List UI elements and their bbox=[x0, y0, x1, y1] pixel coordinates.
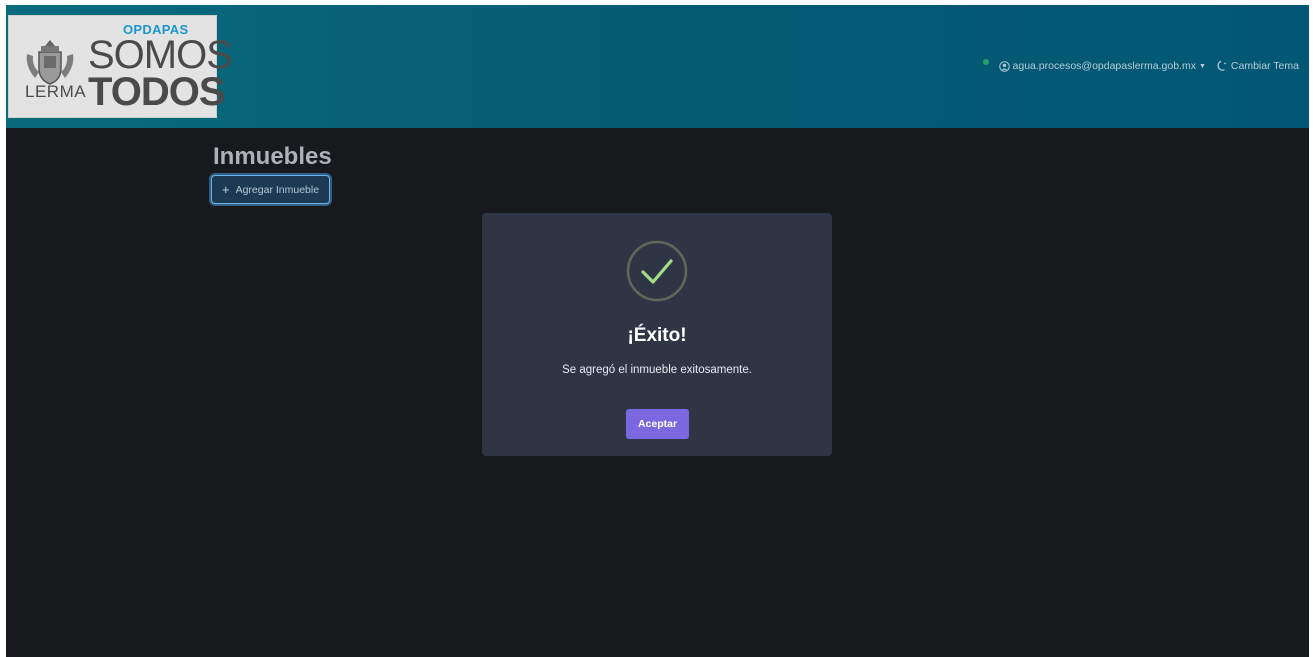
coat-of-arms-icon bbox=[26, 40, 74, 85]
status-dot bbox=[982, 59, 989, 65]
change-theme-label: Cambiar Tema bbox=[1230, 60, 1299, 72]
app-frame: LERMA OPDAPAS SOMOS TODOS agua.procesos@… bbox=[6, 5, 1309, 657]
change-theme-button[interactable]: Cambiar Tema bbox=[1216, 60, 1299, 72]
dialog-message: Se agregó el inmueble exitosamente. bbox=[562, 364, 752, 376]
logo-slogan-line1: SOMOS bbox=[88, 33, 233, 77]
moon-icon bbox=[1217, 60, 1227, 71]
brand-logo[interactable]: LERMA OPDAPAS SOMOS TODOS bbox=[8, 15, 233, 118]
add-property-label: Agregar Inmueble bbox=[235, 183, 320, 196]
add-property-button[interactable]: + Agregar Inmueble bbox=[211, 175, 331, 204]
chevron-down-icon: ▼ bbox=[1198, 62, 1206, 70]
dialog-title: ¡Éxito! bbox=[627, 325, 687, 346]
accept-button[interactable]: Aceptar bbox=[626, 409, 689, 439]
plus-icon: + bbox=[222, 182, 230, 197]
logo-slogan-line2: TODOS bbox=[88, 70, 226, 114]
user-email: agua.procesos@opdapaslerma.gob.mx bbox=[1012, 60, 1196, 72]
page-title: Inmuebles bbox=[213, 143, 332, 170]
top-navbar: LERMA OPDAPAS SOMOS TODOS agua.procesos@… bbox=[6, 5, 1309, 128]
user-circle-icon bbox=[998, 60, 1010, 72]
logo-city-text: LERMA bbox=[25, 82, 87, 101]
user-menu-dropdown[interactable]: agua.procesos@opdapaslerma.gob.mx ▼ bbox=[998, 60, 1206, 72]
success-dialog: ¡Éxito! Se agregó el inmueble exitosamen… bbox=[482, 213, 832, 456]
success-check-icon bbox=[626, 240, 688, 302]
user-bar: agua.procesos@opdapaslerma.gob.mx ▼ Camb… bbox=[982, 59, 1299, 72]
